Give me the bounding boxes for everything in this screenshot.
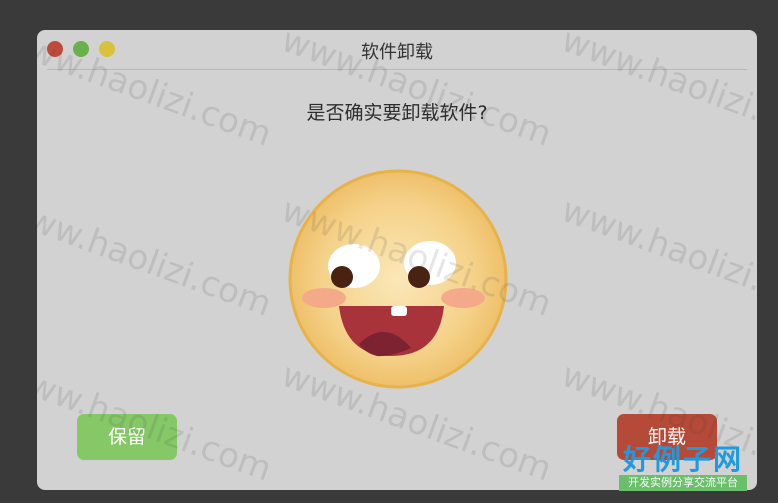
keep-button[interactable]: 保留 — [77, 414, 177, 460]
tooth — [391, 306, 407, 316]
site-logo: 好例子网 开发实例分享交流平台 — [619, 444, 747, 492]
confirm-question: 是否确实要卸载软件? — [306, 102, 488, 124]
right-cheek — [441, 288, 485, 308]
laughing-face-icon — [288, 169, 508, 389]
logo-title: 好例子网 — [622, 443, 743, 476]
title-bar: 软件卸载 — [37, 30, 757, 70]
left-pupil — [331, 266, 353, 288]
window-title: 软件卸载 — [361, 42, 433, 63]
uninstall-dialog: 软件卸载 是否确实要卸载软件? 保留 卸载 — [37, 30, 757, 490]
title-divider — [47, 69, 747, 70]
left-cheek — [302, 288, 346, 308]
logo-subtitle: 开发实例分享交流平台 — [619, 475, 747, 491]
right-pupil — [408, 266, 430, 288]
